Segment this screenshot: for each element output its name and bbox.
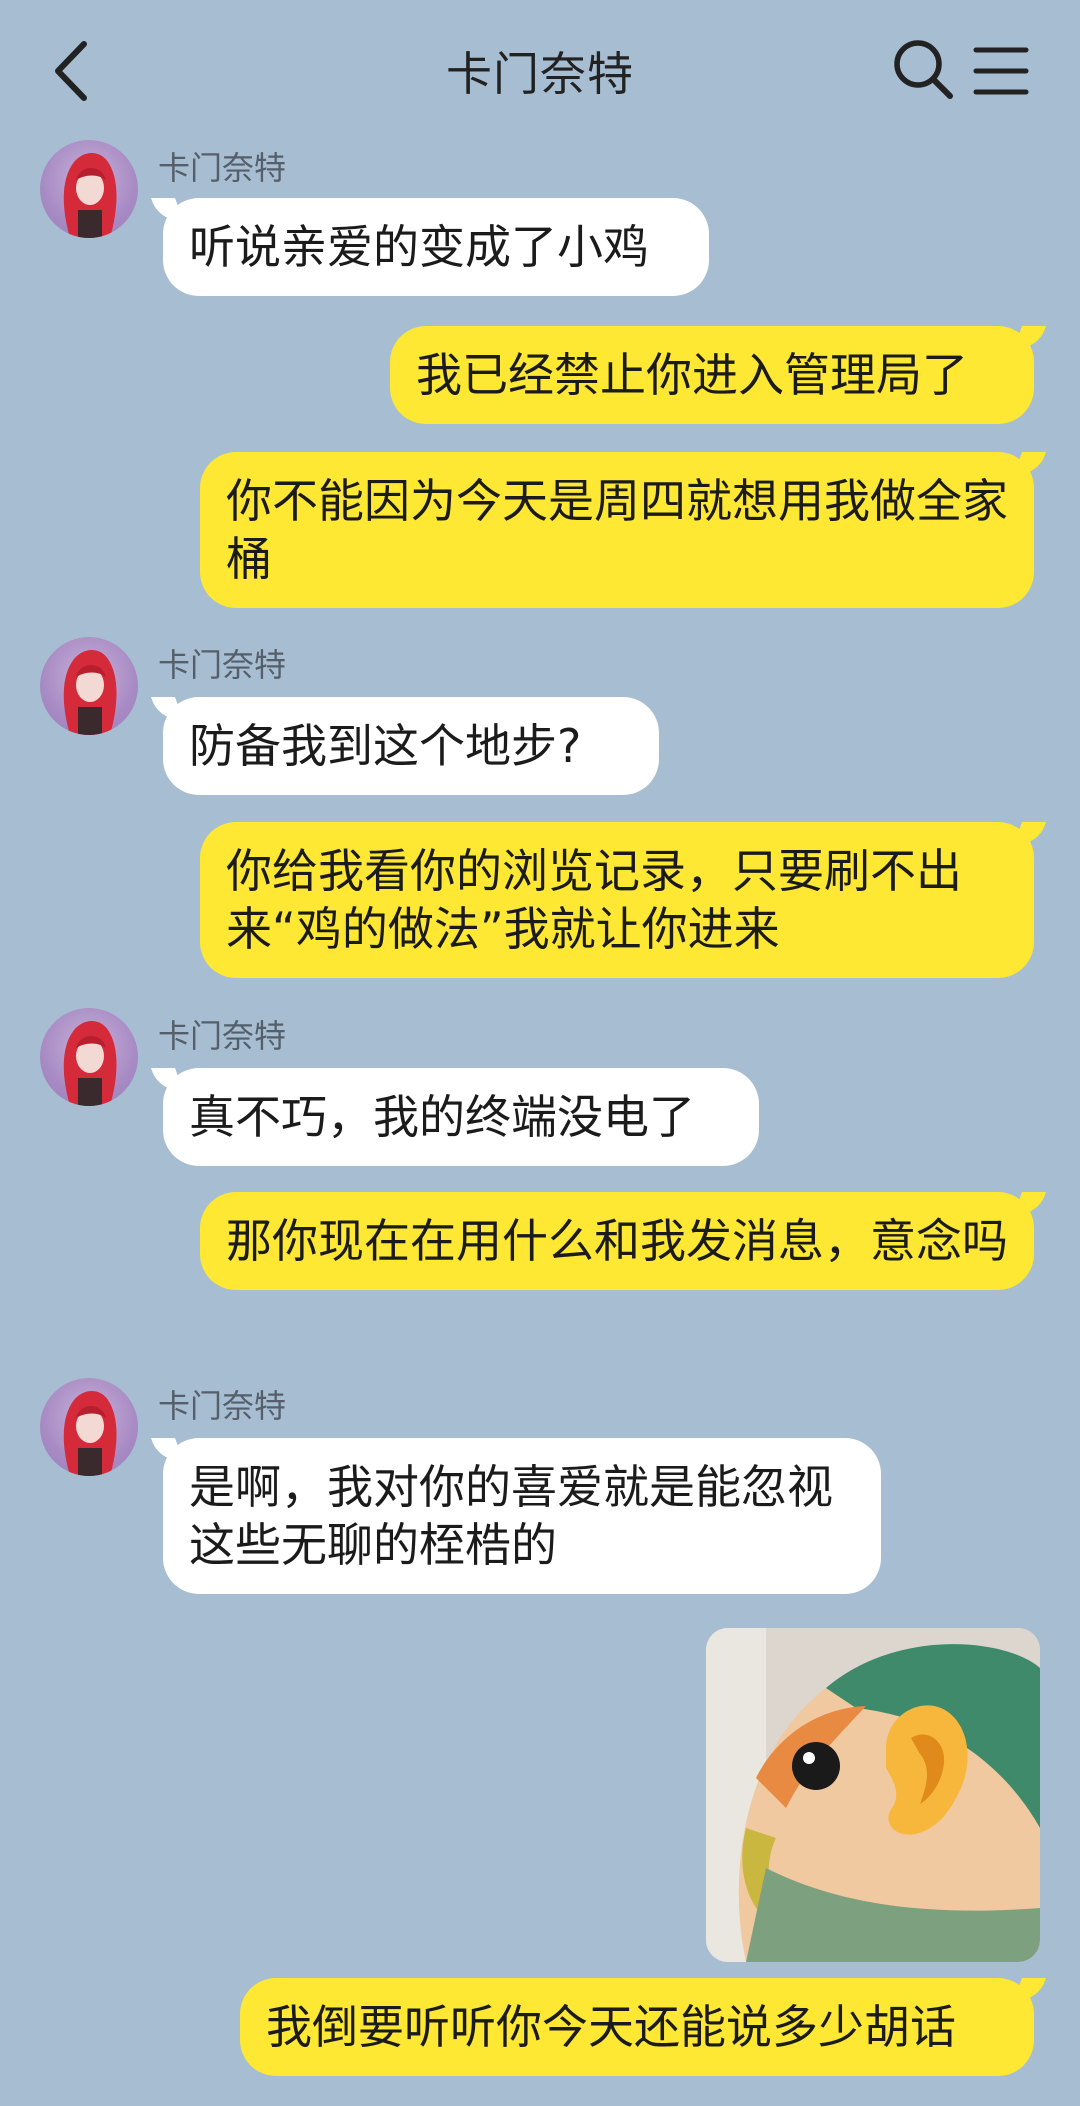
- chat-screen: 卡门奈特 卡门奈特 听说亲爱的变成了小鸡 我已经禁止你进入管理局了 你不能因为今: [0, 0, 1080, 2106]
- menu-icon: [973, 47, 1029, 95]
- sender-name: 卡门奈特: [158, 1017, 287, 1055]
- avatar-portrait-icon: [63, 1021, 117, 1106]
- outgoing-message[interactable]: 那你现在在用什么和我发消息，意念吗: [200, 1192, 1034, 1290]
- sender-name: 卡门奈特: [158, 646, 287, 684]
- avatar-portrait-icon: [63, 153, 117, 238]
- outgoing-message[interactable]: 我已经禁止你进入管理局了: [390, 326, 1034, 424]
- outgoing-message[interactable]: 我倒要听听你今天还能说多少胡话: [240, 1978, 1034, 2076]
- incoming-message[interactable]: 听说亲爱的变成了小鸡: [163, 198, 709, 296]
- contact-avatar[interactable]: [40, 637, 138, 735]
- search-button[interactable]: [890, 36, 956, 102]
- contact-avatar[interactable]: [40, 140, 138, 238]
- contact-avatar[interactable]: [40, 1008, 138, 1106]
- image-message[interactable]: [706, 1628, 1040, 1962]
- incoming-message[interactable]: 是啊，我对你的喜爱就是能忽视这些无聊的桎梏的: [163, 1438, 881, 1594]
- contact-avatar[interactable]: [40, 1378, 138, 1476]
- sender-name: 卡门奈特: [158, 149, 287, 187]
- avatar-portrait-icon: [63, 650, 117, 735]
- incoming-message[interactable]: 真不巧，我的终端没电了: [163, 1068, 759, 1166]
- menu-button[interactable]: [970, 40, 1032, 102]
- outgoing-message[interactable]: 你不能因为今天是周四就想用我做全家桶: [200, 452, 1034, 608]
- avatar-portrait-icon: [63, 1391, 117, 1476]
- incoming-message[interactable]: 防备我到这个地步?: [163, 697, 659, 795]
- search-icon: [894, 40, 953, 99]
- outgoing-message[interactable]: 你给我看你的浏览记录，只要刷不出来“鸡的做法”我就让你进来: [200, 822, 1034, 978]
- sender-name: 卡门奈特: [158, 1387, 287, 1425]
- chat-header: 卡门奈特: [0, 0, 1080, 140]
- parrot-with-ear-sticker-icon: [706, 1628, 1040, 1962]
